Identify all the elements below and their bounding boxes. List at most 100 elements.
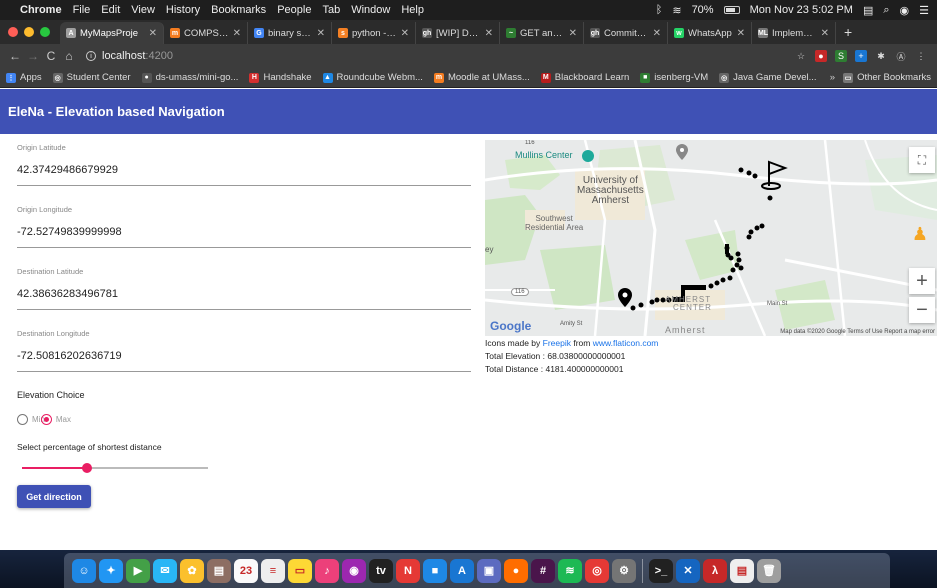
extension-red-icon[interactable]: ●	[815, 50, 827, 62]
bookmark-item[interactable]: ▲ Roundcube Webm...	[322, 72, 423, 83]
tab-close-icon[interactable]: ✕	[401, 28, 409, 39]
dock-calendar-icon[interactable]: 23	[234, 558, 258, 583]
origin-latitude-input[interactable]: 42.37429486679929	[17, 164, 471, 176]
close-window-button[interactable]	[8, 27, 18, 37]
tab-close-icon[interactable]: ✕	[485, 28, 493, 39]
destination-longitude-field[interactable]: Destination Longitude -72.50816202636719	[17, 329, 471, 372]
dock-slack-icon[interactable]: #	[531, 558, 555, 583]
tab-8[interactable]: MLImplementing✕	[752, 22, 836, 44]
menu-history[interactable]: History	[166, 4, 200, 16]
bookmark-item[interactable]: H Handshake	[249, 72, 312, 83]
slider-thumb[interactable]	[82, 463, 93, 473]
flaticon-link[interactable]: www.flaticon.com	[593, 338, 659, 348]
bookmark-item[interactable]: M Blackboard Learn	[540, 72, 629, 83]
tab-close-icon[interactable]: ✕	[233, 28, 241, 39]
tab-close-icon[interactable]: ✕	[653, 28, 661, 39]
chevron-right-icon[interactable]: »	[830, 72, 835, 83]
dock-stickies-icon[interactable]: ▭	[288, 558, 312, 583]
tab-close-icon[interactable]: ✕	[737, 28, 745, 39]
dock-finder-icon[interactable]: ☺	[72, 558, 96, 583]
radio-min[interactable]	[17, 414, 28, 425]
percentage-slider[interactable]	[22, 463, 208, 473]
back-button[interactable]: ←	[6, 49, 24, 63]
origin-longitude-field[interactable]: Origin Longitude -72.52749839999998	[17, 205, 471, 248]
menu-app-chrome[interactable]: Chrome	[20, 4, 62, 16]
menu-people[interactable]: People	[277, 4, 311, 16]
dock-safari-icon[interactable]: ✦	[99, 558, 123, 583]
profile-icon[interactable]: Ⓐ	[895, 50, 907, 62]
url-input[interactable]: i localhost:4200	[86, 47, 795, 65]
dock-app-store-icon[interactable]: A	[450, 558, 474, 583]
bookmark-item[interactable]: ⋮ Apps	[6, 72, 42, 83]
radio-max-label[interactable]: Max	[56, 415, 71, 424]
destination-latitude-field[interactable]: Destination Latitude 42.38636283496781	[17, 267, 471, 310]
menu-file[interactable]: File	[73, 4, 91, 16]
tab-3[interactable]: s python - Max✕	[332, 22, 416, 44]
zoom-out-button[interactable]: −	[909, 297, 935, 323]
map[interactable]: Mullins Center 116 University of Massach…	[485, 140, 937, 336]
home-icon[interactable]: ⌂	[60, 49, 78, 63]
wifi-icon[interactable]: ≋	[672, 4, 681, 17]
spotlight-icon[interactable]: ⌕	[883, 4, 889, 17]
radio-max[interactable]	[40, 414, 52, 425]
extension-blue-icon[interactable]: +	[855, 50, 867, 62]
origin-latitude-field[interactable]: Origin Latitude 42.37429486679929	[17, 143, 471, 186]
dock-acrobat-icon[interactable]: λ	[703, 558, 727, 583]
control-center-icon[interactable]: ☰	[919, 4, 929, 17]
dock-trash-icon[interactable]: 🗑	[757, 558, 781, 583]
dock-terminal-icon[interactable]: >_	[649, 558, 673, 583]
dock-preview-icon[interactable]: ▣	[477, 558, 501, 583]
dock-zoom-icon[interactable]: ■	[423, 558, 447, 583]
google-logo[interactable]: Google	[490, 319, 531, 333]
pegman-icon[interactable]: ♟	[907, 221, 933, 247]
battery-icon[interactable]	[723, 6, 740, 14]
tab-5[interactable]: ~ GET and POS✕	[500, 22, 584, 44]
menu-view[interactable]: View	[131, 4, 155, 16]
siri-icon[interactable]: ◉	[900, 4, 910, 17]
menu-edit[interactable]: Edit	[101, 4, 120, 16]
chrome-menu-icon[interactable]: ⋮	[915, 50, 927, 62]
menu-tab[interactable]: Tab	[322, 4, 340, 16]
menu-bookmarks[interactable]: Bookmarks	[211, 4, 266, 16]
menu-help[interactable]: Help	[401, 4, 424, 16]
bookmark-item[interactable]: ● ds-umass/mini-go...	[141, 72, 238, 83]
bookmark-item[interactable]: ◎ Java Game Devel...	[719, 72, 817, 83]
clock[interactable]: Mon Nov 23 5:02 PM	[750, 4, 853, 16]
dock-news-icon[interactable]: N	[396, 558, 420, 583]
freepik-link[interactable]: Freepik	[543, 338, 571, 348]
reload-button[interactable]: C	[42, 49, 60, 63]
origin-longitude-input[interactable]: -72.52749839999998	[17, 226, 471, 238]
dock-facetime-icon[interactable]: ▶	[126, 558, 150, 583]
dock-postman-icon[interactable]: ●	[504, 558, 528, 583]
bookmark-item[interactable]: m Moodle at UMass...	[433, 72, 530, 83]
flag-icon[interactable]: ▤	[863, 4, 873, 17]
bookmark-other[interactable]: » ▭ Other Bookmarks	[830, 72, 931, 83]
dock-system-prefs-icon[interactable]: ⚙	[612, 558, 636, 583]
tab-close-icon[interactable]: ✕	[149, 28, 157, 39]
destination-latitude-input[interactable]: 42.38636283496781	[17, 288, 471, 300]
dock-photos-icon[interactable]: ✿	[180, 558, 204, 583]
tab-0[interactable]: A MyMapsProje ✕	[60, 22, 164, 44]
dock-vscode-icon[interactable]: ✕	[676, 558, 700, 583]
forward-button[interactable]: →	[24, 49, 42, 63]
tab-1[interactable]: m COMPSCI520✕	[164, 22, 248, 44]
minimize-window-button[interactable]	[24, 27, 34, 37]
menu-window[interactable]: Window	[351, 4, 390, 16]
dock-reminders-icon[interactable]: ≡	[261, 558, 285, 583]
extension-green-icon[interactable]: S	[835, 50, 847, 62]
tab-6[interactable]: gh Commits · ko✕	[584, 22, 668, 44]
tab-4[interactable]: gh [WIP] Devfile✕	[416, 22, 500, 44]
zoom-in-button[interactable]: +	[909, 268, 935, 294]
dock-chrome-icon[interactable]: ◎	[585, 558, 609, 583]
new-tab-button[interactable]: +	[836, 24, 860, 40]
tab-2[interactable]: Gbinary search✕	[248, 22, 332, 44]
tab-7[interactable]: w WhatsApp ✕	[668, 22, 752, 44]
dock-podcasts-icon[interactable]: ◉	[342, 558, 366, 583]
bookmark-item[interactable]: ◎ Student Center	[52, 72, 131, 83]
bluetooth-icon[interactable]: ᛒ	[656, 4, 663, 16]
tab-close-icon[interactable]: ✕	[569, 28, 577, 39]
dock-notes-brown-icon[interactable]: ▤	[207, 558, 231, 583]
bookmark-item[interactable]: ■ isenberg-VM	[640, 72, 708, 83]
extensions-puzzle-icon[interactable]: ✱	[875, 50, 887, 62]
dock-music-icon[interactable]: ♪	[315, 558, 339, 583]
